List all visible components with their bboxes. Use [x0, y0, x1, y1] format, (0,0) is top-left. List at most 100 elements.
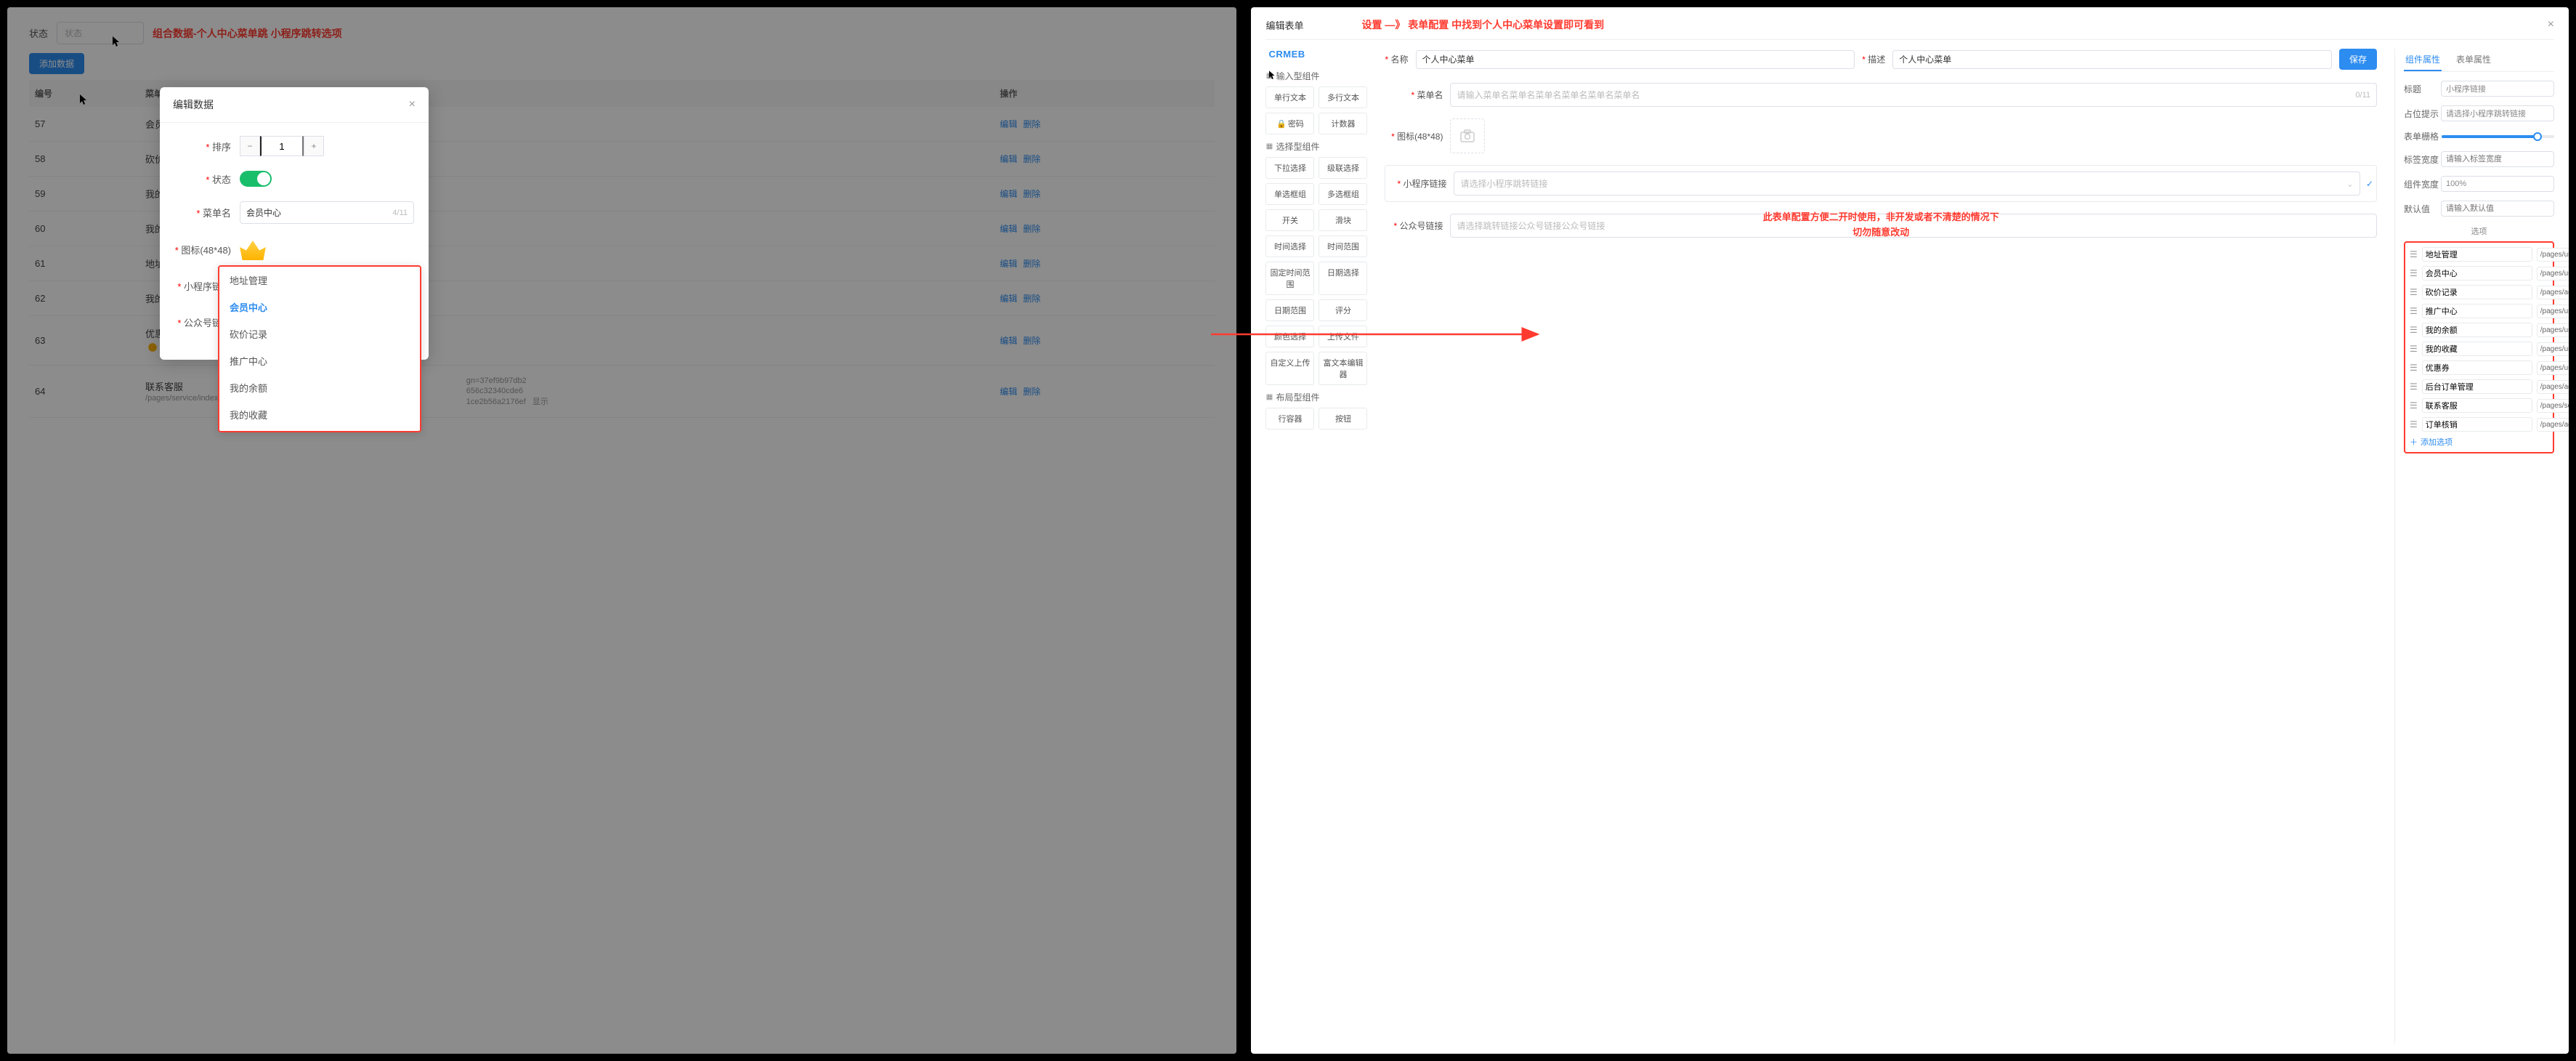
- prop-span-input[interactable]: [2441, 176, 2554, 192]
- drag-handle-icon[interactable]: ☰: [2410, 287, 2418, 297]
- option-name-input[interactable]: [2422, 360, 2532, 375]
- delete-link[interactable]: 删除: [1023, 336, 1040, 346]
- component-item[interactable]: 下拉选择: [1265, 157, 1314, 179]
- component-item[interactable]: 级联选择: [1319, 157, 1367, 179]
- component-item[interactable]: 富文本编辑器: [1319, 352, 1367, 385]
- option-path-input[interactable]: [2537, 361, 2569, 375]
- option-path-input[interactable]: [2537, 418, 2569, 432]
- edit-link[interactable]: 编辑: [1000, 259, 1017, 269]
- drag-handle-icon[interactable]: ☰: [2410, 344, 2418, 354]
- image-upload-button[interactable]: [1450, 118, 1485, 153]
- component-item[interactable]: 🔒密码: [1265, 113, 1314, 134]
- canvas-mp-select[interactable]: 请选择小程序跳转链接⌄: [1454, 172, 2360, 195]
- prop-default-input[interactable]: [2441, 201, 2554, 217]
- dropdown-option[interactable]: 推广中心: [219, 347, 420, 374]
- option-path-input[interactable]: [2537, 286, 2569, 299]
- drag-handle-icon[interactable]: ☰: [2410, 306, 2418, 316]
- component-item[interactable]: 时间范围: [1319, 235, 1367, 257]
- crown-icon[interactable]: [240, 238, 266, 260]
- status-filter-select[interactable]: 状态: [57, 22, 144, 44]
- option-path-input[interactable]: [2537, 267, 2569, 281]
- option-name-input[interactable]: [2422, 247, 2532, 262]
- component-item[interactable]: 开关: [1265, 209, 1314, 231]
- component-item[interactable]: 单选框组: [1265, 183, 1314, 205]
- component-item[interactable]: 固定时间范围: [1265, 262, 1314, 295]
- add-option-button[interactable]: ＋添加选项: [2410, 436, 2548, 448]
- component-item[interactable]: 按钮: [1319, 408, 1367, 429]
- delete-link[interactable]: 删除: [1023, 224, 1040, 234]
- delete-link[interactable]: 删除: [1023, 189, 1040, 199]
- edit-link[interactable]: 编辑: [1000, 189, 1017, 199]
- drag-handle-icon[interactable]: ☰: [2410, 400, 2418, 411]
- mp-link-dropdown[interactable]: 地址管理会员中心砍价记录推广中心我的余额我的收藏优惠券后台订单管理: [218, 265, 421, 432]
- drag-handle-icon[interactable]: ☰: [2410, 382, 2418, 392]
- delete-link[interactable]: 删除: [1023, 119, 1040, 129]
- dropdown-option[interactable]: 砍价记录: [219, 320, 420, 347]
- sort-input[interactable]: [260, 136, 304, 156]
- delete-link[interactable]: 删除: [1023, 259, 1040, 269]
- save-button[interactable]: 保存: [2339, 49, 2377, 70]
- option-path-input[interactable]: [2537, 399, 2569, 413]
- option-name-input[interactable]: [2422, 285, 2532, 299]
- edit-link[interactable]: 编辑: [1000, 224, 1017, 234]
- prop-grid-slider[interactable]: [2442, 135, 2554, 138]
- prop-title-input[interactable]: [2441, 81, 2554, 97]
- dropdown-option[interactable]: 会员中心: [219, 294, 420, 320]
- sort-decrement-button[interactable]: −: [240, 136, 260, 156]
- component-item[interactable]: 自定义上传: [1265, 352, 1314, 385]
- component-item[interactable]: 计数器: [1319, 113, 1367, 134]
- delete-link[interactable]: 删除: [1023, 294, 1040, 304]
- modal-close-button[interactable]: ×: [409, 98, 416, 111]
- drag-handle-icon[interactable]: ☰: [2410, 419, 2418, 429]
- drag-handle-icon[interactable]: ☰: [2410, 249, 2418, 259]
- component-item[interactable]: 多行文本: [1319, 86, 1367, 108]
- component-item[interactable]: 上传文件: [1319, 326, 1367, 347]
- option-path-input[interactable]: [2537, 323, 2569, 337]
- check-icon[interactable]: ✓: [2366, 179, 2373, 189]
- component-item[interactable]: 颜色选择: [1265, 326, 1314, 347]
- component-item[interactable]: 单行文本: [1265, 86, 1314, 108]
- edit-link[interactable]: 编辑: [1000, 387, 1017, 397]
- prop-label-width-input[interactable]: [2441, 151, 2554, 167]
- tab-component-props[interactable]: 组件属性: [2404, 49, 2442, 71]
- option-path-input[interactable]: [2537, 304, 2569, 318]
- edit-link[interactable]: 编辑: [1000, 119, 1017, 129]
- component-item[interactable]: 日期范围: [1265, 299, 1314, 321]
- dropdown-option[interactable]: 我的余额: [219, 374, 420, 401]
- drag-handle-icon[interactable]: ☰: [2410, 325, 2418, 335]
- option-name-input[interactable]: [2422, 304, 2532, 318]
- canvas-menu-input[interactable]: 请输入菜单名菜单名菜单名菜单名菜单名菜单名0/11: [1450, 83, 2377, 107]
- option-name-input[interactable]: [2422, 266, 2532, 281]
- dropdown-option[interactable]: 我的收藏: [219, 401, 420, 428]
- option-name-input[interactable]: [2422, 379, 2532, 394]
- component-item[interactable]: 行容器: [1265, 408, 1314, 429]
- dropdown-option[interactable]: 地址管理: [219, 267, 420, 294]
- status-switch[interactable]: [240, 171, 272, 187]
- tab-form-props[interactable]: 表单属性: [2455, 49, 2492, 71]
- delete-link[interactable]: 删除: [1023, 154, 1040, 164]
- option-path-input[interactable]: [2537, 342, 2569, 356]
- option-name-input[interactable]: [2422, 417, 2532, 432]
- close-icon[interactable]: ×: [2548, 18, 2554, 31]
- menu-name-input[interactable]: 会员中心 4/11: [240, 201, 414, 224]
- option-name-input[interactable]: [2422, 323, 2532, 337]
- component-item[interactable]: 时间选择: [1265, 235, 1314, 257]
- component-item[interactable]: 滑块: [1319, 209, 1367, 231]
- drag-handle-icon[interactable]: ☰: [2410, 268, 2418, 278]
- form-name-input[interactable]: [1416, 50, 1855, 69]
- edit-link[interactable]: 编辑: [1000, 336, 1017, 346]
- prop-placeholder-input[interactable]: [2441, 105, 2554, 121]
- delete-link[interactable]: 删除: [1023, 387, 1040, 397]
- component-item[interactable]: 日期选择: [1319, 262, 1367, 295]
- sort-increment-button[interactable]: +: [304, 136, 324, 156]
- option-path-input[interactable]: [2537, 248, 2569, 262]
- edit-link[interactable]: 编辑: [1000, 154, 1017, 164]
- add-data-button[interactable]: 添加数据: [29, 53, 84, 74]
- option-path-input[interactable]: [2537, 380, 2569, 394]
- option-name-input[interactable]: [2422, 342, 2532, 356]
- component-item[interactable]: 多选框组: [1319, 183, 1367, 205]
- form-desc-input[interactable]: [1892, 50, 2332, 69]
- dropdown-option[interactable]: 优惠券: [219, 428, 420, 432]
- drag-handle-icon[interactable]: ☰: [2410, 363, 2418, 373]
- edit-link[interactable]: 编辑: [1000, 294, 1017, 304]
